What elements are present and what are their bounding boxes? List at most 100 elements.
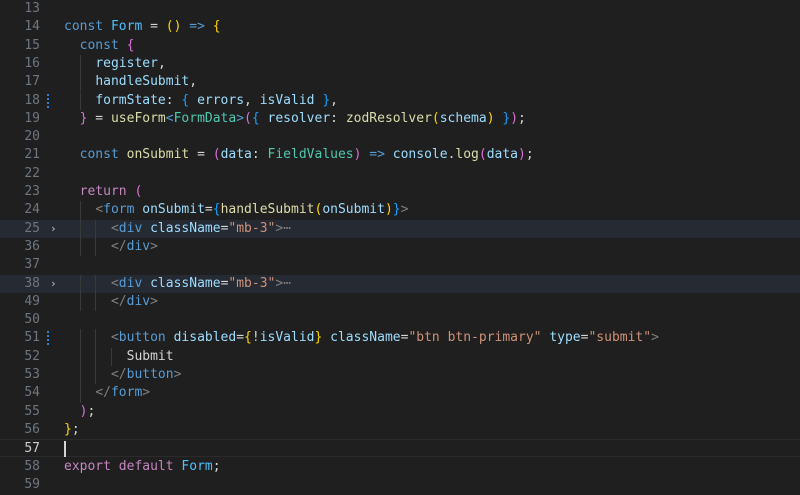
code-line[interactable]: 55);: [0, 403, 800, 421]
line-number: 36: [24, 238, 40, 254]
code-editor[interactable]: 13 14 const Form = () => { 15 const { 16 regis…: [0, 0, 800, 495]
line-number: 17: [24, 74, 40, 90]
line-number: 38: [24, 275, 40, 291]
code-line[interactable]: 16 register,: [0, 54, 800, 74]
line-number: 25: [24, 220, 40, 236]
code-line[interactable]: 17 handleSubmit,: [0, 73, 800, 92]
code-line[interactable]: 21 const onSubmit = (data: FieldValues) =…: [0, 146, 800, 164]
code-text: formState: { errors, isValid },: [95, 92, 338, 108]
line-number: 55: [24, 403, 40, 419]
code-line[interactable]: 49 </div>: [0, 292, 800, 312]
code-line[interactable]: 51 <button disabled={!isValid} className=…: [0, 329, 800, 348]
modified-line-marker: [47, 93, 49, 108]
line-number: 22: [24, 165, 40, 181]
indent-guide: [95, 366, 97, 385]
code-text: export default Form;: [64, 458, 221, 474]
code-text: <button disabled={!isValid} className="b…: [110, 330, 659, 346]
line-number: 21: [24, 147, 40, 163]
code-text: const onSubmit = (data: FieldValues) => …: [79, 147, 534, 163]
modified-line-marker: [47, 331, 49, 346]
text-cursor: [64, 441, 66, 458]
code-text: </form>: [95, 385, 151, 401]
code-text: </div>: [110, 293, 158, 309]
indent-guide: [79, 237, 81, 257]
code-line[interactable]: 36 </div>: [0, 237, 800, 257]
line-number: 52: [24, 348, 40, 364]
code-line[interactable]: 24 <form onSubmit={handleSubmit(onSubmit)…: [0, 201, 800, 220]
code-text: };: [64, 421, 80, 437]
code-text: handleSubmit,: [95, 74, 198, 90]
code-text: return (: [79, 184, 143, 199]
code-line[interactable]: 22: [0, 165, 800, 183]
indent-guide: [79, 347, 81, 366]
line-number: 37: [24, 257, 40, 273]
indent-guide: [95, 237, 97, 257]
indent-guide: [95, 274, 97, 293]
indent-guide: [79, 201, 81, 220]
indent-guide: [95, 292, 97, 312]
line-number: 57: [24, 441, 40, 457]
line-number: 15: [24, 37, 40, 53]
line-number: 53: [24, 367, 40, 382]
line-number: 24: [24, 202, 40, 218]
code-line[interactable]: 15 const {: [0, 37, 800, 55]
code-text: );: [79, 403, 96, 419]
indent-guide: [79, 292, 81, 312]
code-line[interactable]: 14 const Form = () => {: [0, 18, 800, 36]
code-text: const Form = () => {: [64, 19, 221, 35]
code-text: <form onSubmit={handleSubmit(onSubmit)}>: [95, 202, 409, 218]
line-number: 14: [24, 19, 40, 35]
code-line[interactable]: 20: [0, 128, 800, 146]
code-line[interactable]: 18 formState: { errors, isValid },: [0, 91, 800, 110]
code-text: <div className="mb-3">⋯: [110, 275, 292, 291]
indent-guide: [79, 219, 81, 238]
line-number: 50: [24, 312, 40, 328]
indent-guide: [79, 54, 81, 74]
code-line[interactable]: 38 › <div className="mb-3">⋯: [0, 274, 800, 293]
indent-guide: [79, 329, 81, 348]
line-number: 59: [24, 476, 40, 492]
code-line[interactable]: 50: [0, 311, 800, 329]
code-line[interactable]: 23 return (: [0, 183, 800, 201]
indent-guide: [95, 329, 97, 348]
indent-guide: [95, 347, 97, 366]
code-line[interactable]: 54 </form>: [0, 384, 800, 403]
indent-guide: [79, 73, 81, 92]
line-number: 23: [24, 184, 40, 199]
code-line[interactable]: 57: [0, 439, 800, 458]
code-text: } = useForm<FormData>({ resolver: zodRes…: [79, 110, 526, 126]
code-line[interactable]: 37: [0, 256, 800, 274]
code-line[interactable]: 53 </button>: [0, 366, 800, 385]
line-number: 18: [24, 92, 40, 108]
indent-guide: [95, 219, 97, 238]
code-line[interactable]: 52 Submit: [0, 347, 800, 366]
code-line[interactable]: 25 › <div className="mb-3">⋯: [0, 219, 800, 238]
line-number: 16: [24, 55, 40, 71]
fold-chevron-icon[interactable]: ›: [50, 275, 57, 293]
indent-guide: [110, 347, 112, 366]
line-number: 20: [24, 129, 40, 145]
indent-guide: [79, 384, 81, 403]
code-line[interactable]: 19 } = useForm<FormData>({ resolver: zodR…: [0, 110, 800, 128]
code-text: Submit: [126, 348, 174, 364]
indent-guide: [79, 274, 81, 293]
line-number: 19: [24, 110, 40, 126]
code-text: <div className="mb-3">⋯: [110, 220, 292, 236]
code-text: const {: [79, 37, 135, 53]
indent-guide: [79, 366, 81, 385]
line-number: 51: [24, 330, 40, 346]
line-number: 58: [24, 458, 40, 474]
code-text: </div>: [110, 238, 158, 254]
code-line[interactable]: 58 export default Form;: [0, 458, 800, 476]
code-line[interactable]: 13: [0, 0, 800, 18]
code-line[interactable]: 56};: [0, 421, 800, 439]
code-text: register,: [95, 55, 166, 71]
line-number: 56: [24, 421, 40, 437]
indent-guide: [79, 91, 81, 110]
fold-chevron-icon[interactable]: ›: [50, 220, 57, 238]
code-line[interactable]: 59: [0, 476, 800, 494]
code-text: </button>: [110, 367, 182, 382]
line-number: 54: [24, 385, 40, 401]
line-number: 49: [24, 293, 40, 309]
line-number: 13: [24, 1, 40, 16]
